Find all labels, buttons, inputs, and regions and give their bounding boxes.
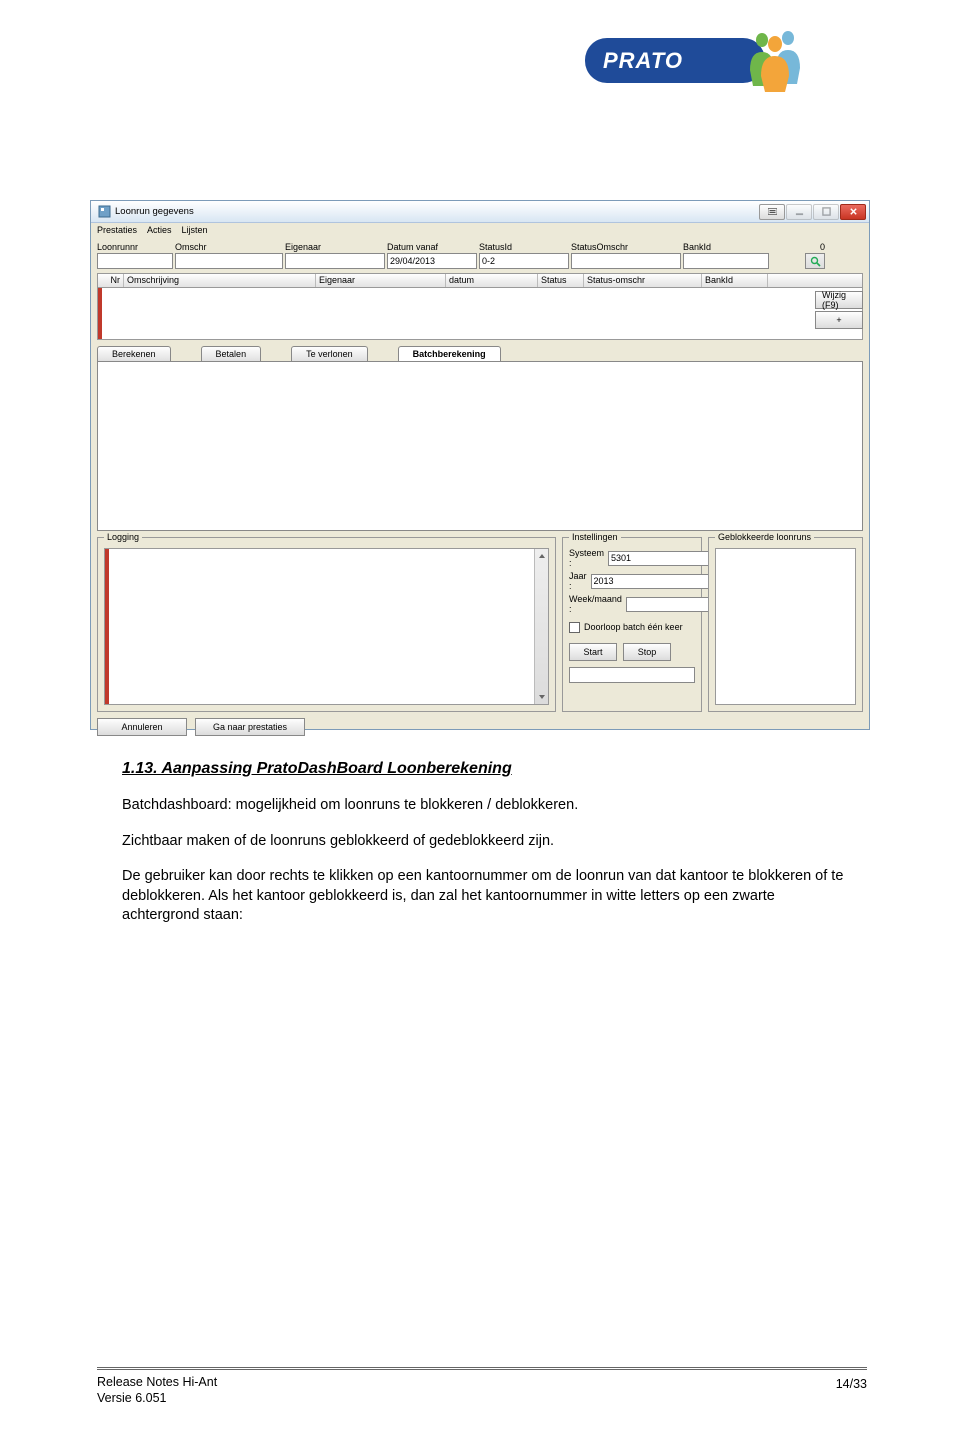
logo-badge: PRATO: [585, 38, 765, 83]
col-nr[interactable]: Nr: [98, 274, 124, 287]
logging-group: Logging: [97, 537, 556, 712]
tab-berekenen[interactable]: Berekenen: [97, 346, 171, 361]
input-loonrunnr[interactable]: [97, 253, 173, 269]
scrollbar[interactable]: [534, 549, 548, 704]
logo-text: PRATO: [603, 48, 683, 74]
plus-button[interactable]: +: [815, 311, 863, 329]
logging-marker-icon: [105, 549, 109, 704]
lookup-button[interactable]: [805, 253, 825, 269]
start-button[interactable]: Start: [569, 643, 617, 661]
paragraph-3: De gebruiker kan door rechts te klikken …: [122, 867, 852, 926]
label-bankid: BankId: [683, 242, 769, 252]
grid-header: Nr Omschrijving Eigenaar datum Status St…: [97, 273, 863, 288]
tab-betalen[interactable]: Betalen: [201, 346, 262, 361]
tab-strip: Berekenen Betalen Te verlonen Batchberek…: [91, 340, 869, 361]
input-datum[interactable]: [387, 253, 477, 269]
minimize-button[interactable]: [786, 204, 812, 220]
grid-marker-icon: [98, 288, 102, 339]
label-statusomschr: StatusOmschr: [571, 242, 681, 252]
doc-content: 1.13. Aanpassing PratoDashBoard Loonbere…: [122, 760, 852, 942]
scroll-down-icon[interactable]: [535, 690, 548, 704]
label-datum: Datum vanaf: [387, 242, 477, 252]
maximize-button[interactable]: [813, 204, 839, 220]
label-jaar: Jaar :: [569, 571, 587, 591]
close-button[interactable]: [840, 204, 866, 220]
instellingen-legend: Instellingen: [569, 532, 621, 542]
lower-zone: Logging Instellingen Systeem : Jaar :: [97, 537, 863, 712]
keyboard-button[interactable]: [759, 204, 785, 220]
col-bankid[interactable]: BankId: [702, 274, 768, 287]
input-jaar[interactable]: [591, 574, 714, 589]
people-icon: [740, 28, 810, 93]
input-eigenaar[interactable]: [285, 253, 385, 269]
label-eigenaar: Eigenaar: [285, 242, 385, 252]
col-status[interactable]: Status: [538, 274, 584, 287]
footer-page: 14/33: [836, 1377, 867, 1391]
footer-product: Release Notes Hi-Ant: [97, 1374, 217, 1390]
grid-body[interactable]: [97, 288, 863, 340]
logging-view[interactable]: [104, 548, 549, 705]
menu-lijsten[interactable]: Lijsten: [182, 225, 208, 240]
blocked-legend: Geblokkeerde loonruns: [715, 532, 814, 542]
wijzig-button[interactable]: Wijzig (F9): [815, 291, 863, 309]
input-omschr[interactable]: [175, 253, 283, 269]
label-omschr: Omschr: [175, 242, 283, 252]
footer-left: Release Notes Hi-Ant Versie 6.051: [97, 1374, 217, 1407]
tab-batchberekening[interactable]: Batchberekening: [398, 346, 501, 361]
window-title: Loonrun gegevens: [115, 206, 194, 217]
stop-button[interactable]: Stop: [623, 643, 671, 661]
col-statusomschr[interactable]: Status-omschr: [584, 274, 702, 287]
label-loonrunnr: Loonrunnr: [97, 242, 173, 252]
col-datum[interactable]: datum: [446, 274, 538, 287]
label-week: Week/maand :: [569, 594, 622, 614]
checkbox-doorloop-label: Doorloop batch één keer: [584, 622, 683, 633]
filter-row: Loonrunnr Omschr Eigenaar Datum vanaf St…: [91, 240, 869, 271]
menu-acties[interactable]: Acties: [147, 225, 172, 240]
menu-prestaties[interactable]: Prestaties: [97, 225, 137, 240]
loonrun-window: Loonrun gegevens Prestaties Acties Lijst…: [90, 200, 870, 730]
label-extra: 0: [771, 242, 825, 252]
paragraph-1: Batchdashboard: mogelijkheid om loonruns…: [122, 796, 852, 816]
logging-legend: Logging: [104, 532, 142, 542]
blocked-list[interactable]: [715, 548, 856, 705]
input-status-field[interactable]: [569, 667, 695, 683]
instellingen-group: Instellingen Systeem : Jaar : Week/maand…: [562, 537, 702, 712]
footer-rule: [97, 1367, 867, 1368]
menubar: Prestaties Acties Lijsten: [91, 223, 869, 240]
titlebar: Loonrun gegevens: [91, 201, 869, 223]
tab-teverlonen[interactable]: Te verlonen: [291, 346, 368, 361]
input-statusid[interactable]: [479, 253, 569, 269]
tab-pane: [97, 361, 863, 531]
prestaties-button[interactable]: Ga naar prestaties: [195, 718, 305, 736]
checkbox-doorloop[interactable]: [569, 622, 580, 633]
annuleren-button[interactable]: Annuleren: [97, 718, 187, 736]
paragraph-2: Zichtbaar maken of de loonruns geblokkee…: [122, 832, 852, 852]
label-systeem: Systeem :: [569, 548, 604, 568]
scroll-up-icon[interactable]: [535, 549, 548, 563]
col-omschrijving[interactable]: Omschrijving: [124, 274, 316, 287]
footer-version: Versie 6.051: [97, 1390, 217, 1406]
prato-logo: PRATO: [585, 28, 810, 100]
blocked-group: Geblokkeerde loonruns: [708, 537, 863, 712]
col-eigenaar[interactable]: Eigenaar: [316, 274, 446, 287]
input-statusomschr[interactable]: [571, 253, 681, 269]
bottom-row: Annuleren Ga naar prestaties: [91, 712, 869, 742]
label-statusid: StatusId: [479, 242, 569, 252]
section-heading: 1.13. Aanpassing PratoDashBoard Loonbere…: [122, 760, 852, 778]
input-bankid[interactable]: [683, 253, 769, 269]
app-icon: [98, 205, 111, 218]
